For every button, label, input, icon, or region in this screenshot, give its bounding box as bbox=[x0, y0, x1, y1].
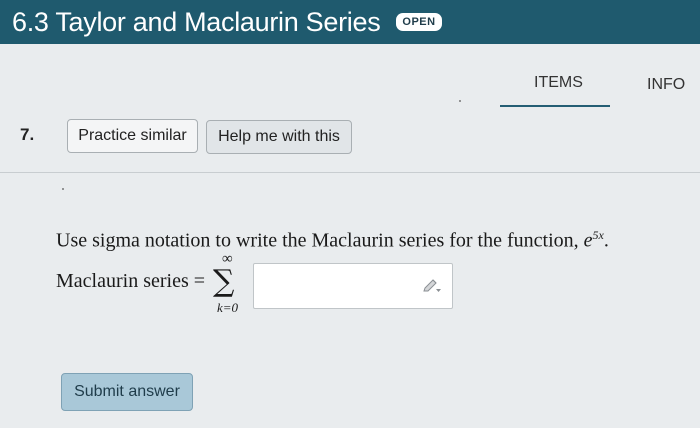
help-me-button[interactable]: Help me with this bbox=[206, 120, 352, 154]
status-badge: OPEN bbox=[396, 13, 442, 31]
function-suffix: . bbox=[603, 229, 609, 252]
submit-answer-button[interactable]: Submit answer bbox=[61, 373, 193, 411]
section-divider bbox=[0, 172, 700, 173]
function-exponent: 5x bbox=[592, 228, 604, 242]
page-title: 6.3 Taylor and Maclaurin Series bbox=[12, 6, 381, 37]
sum-lower-limit: k=0 bbox=[217, 300, 239, 315]
app-header: 6.3 Taylor and Maclaurin Series OPEN bbox=[0, 0, 700, 44]
decorative-dot bbox=[62, 188, 64, 190]
tab-items[interactable]: ITEMS bbox=[534, 74, 583, 92]
answer-input[interactable] bbox=[253, 263, 453, 309]
tab-info[interactable]: INFO bbox=[647, 76, 685, 94]
pencil-icon[interactable] bbox=[422, 278, 442, 299]
practice-similar-button[interactable]: Practice similar bbox=[67, 119, 198, 153]
series-label: Maclaurin series = bbox=[56, 270, 206, 292]
sigma-symbol: ∑ bbox=[213, 264, 235, 299]
question-number: 7. bbox=[20, 125, 35, 144]
question-prompt-text: Use sigma notation to write the Maclauri… bbox=[56, 229, 584, 252]
tab-items-indicator bbox=[500, 105, 610, 107]
decorative-dot bbox=[459, 100, 461, 102]
question-prompt: Use sigma notation to write the Maclauri… bbox=[56, 228, 609, 253]
function-base: e bbox=[583, 229, 593, 252]
